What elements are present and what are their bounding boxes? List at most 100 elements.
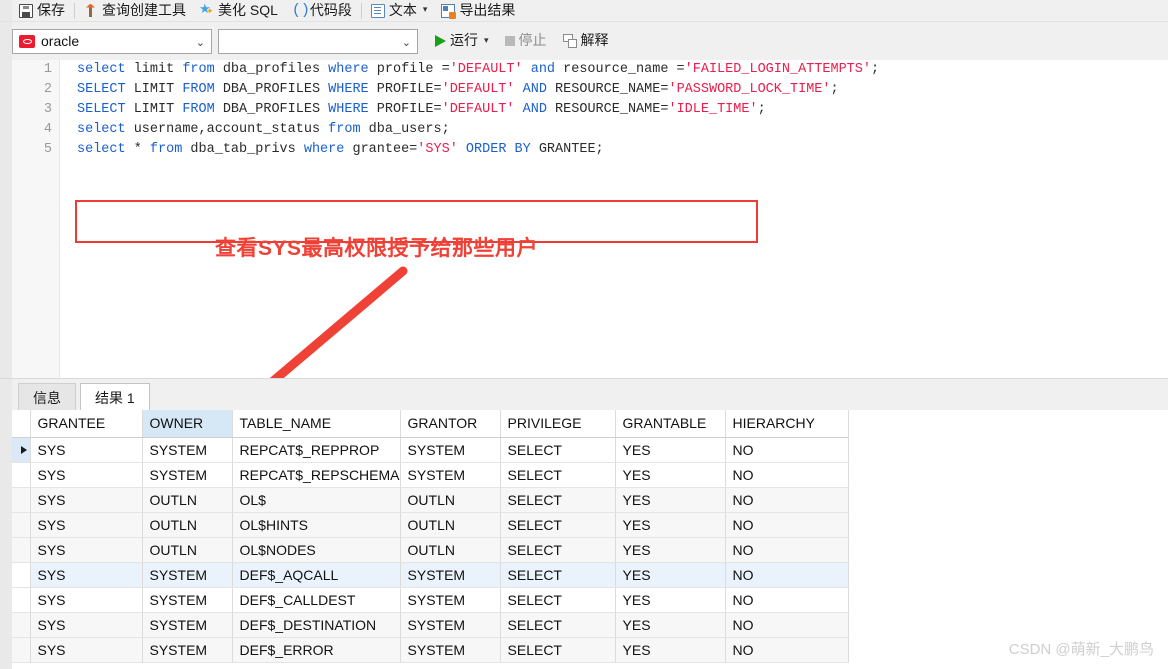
table-cell[interactable]: OUTLN	[400, 537, 501, 563]
table-cell[interactable]: NO	[725, 462, 849, 488]
table-cell[interactable]: SYSTEM	[142, 462, 233, 488]
code-line[interactable]: SELECT LIMIT FROM DBA_PROFILES WHERE PRO…	[61, 100, 1168, 120]
table-cell[interactable]: OL$HINTS	[232, 512, 401, 538]
explain-button[interactable]: 解释	[556, 30, 616, 52]
table-cell[interactable]: DEF$_ERROR	[232, 637, 401, 663]
table-row[interactable]: SYS OUTLN OL$HINTS OUTLN SELECT YES NO	[12, 512, 849, 538]
table-cell[interactable]: DEF$_AQCALL	[232, 562, 401, 588]
tab-info[interactable]: 信息	[18, 383, 76, 411]
table-cell[interactable]: NO	[725, 612, 849, 638]
table-cell[interactable]: OUTLN	[142, 537, 233, 563]
table-cell[interactable]: YES	[615, 512, 726, 538]
table-cell[interactable]: SYSTEM	[400, 462, 501, 488]
chevron-down-icon[interactable]: ⌄	[402, 30, 411, 55]
table-row[interactable]: SYS OUTLN OL$ OUTLN SELECT YES NO	[12, 487, 849, 513]
row-indicator[interactable]	[12, 462, 31, 488]
tab-result-1[interactable]: 结果 1	[80, 383, 150, 411]
table-cell[interactable]: SYSTEM	[142, 612, 233, 638]
row-indicator[interactable]	[12, 587, 31, 613]
code-line[interactable]: select * from dba_tab_privs where grante…	[61, 140, 1168, 160]
row-indicator[interactable]	[12, 637, 31, 663]
table-cell[interactable]: SELECT	[500, 587, 616, 613]
database-select[interactable]: oracle ⌄	[12, 28, 212, 55]
table-cell[interactable]: YES	[615, 562, 726, 588]
row-indicator[interactable]	[12, 512, 31, 538]
table-cell[interactable]: SYSTEM	[142, 562, 233, 588]
column-header-privilege[interactable]: PRIVILEGE	[500, 410, 616, 438]
table-cell[interactable]: SELECT	[500, 462, 616, 488]
table-cell[interactable]: OUTLN	[400, 512, 501, 538]
table-cell[interactable]: NO	[725, 562, 849, 588]
code-line[interactable]: SELECT LIMIT FROM DBA_PROFILES WHERE PRO…	[61, 80, 1168, 100]
table-cell[interactable]: SYS	[30, 587, 143, 613]
column-header-hierarchy[interactable]: HIERARCHY	[725, 410, 849, 438]
table-cell[interactable]: YES	[615, 587, 726, 613]
table-cell[interactable]: SYSTEM	[142, 437, 233, 463]
table-cell[interactable]: SYSTEM	[400, 437, 501, 463]
column-header-owner[interactable]: OWNER	[142, 410, 233, 438]
table-cell[interactable]: OUTLN	[142, 487, 233, 513]
table-cell[interactable]: YES	[615, 612, 726, 638]
table-cell[interactable]: NO	[725, 487, 849, 513]
chevron-down-icon[interactable]: ▾	[484, 35, 489, 46]
table-cell[interactable]: YES	[615, 462, 726, 488]
table-cell[interactable]: SELECT	[500, 562, 616, 588]
table-cell[interactable]: DEF$_CALLDEST	[232, 587, 401, 613]
sql-editor[interactable]: 1 2 3 4 5 select limit from dba_profiles whe…	[0, 60, 1168, 378]
table-cell[interactable]: NO	[725, 512, 849, 538]
table-cell[interactable]: SYS	[30, 437, 143, 463]
row-indicator[interactable]	[12, 562, 31, 588]
table-cell[interactable]: OL$NODES	[232, 537, 401, 563]
table-cell[interactable]: SYS	[30, 512, 143, 538]
table-cell[interactable]: SELECT	[500, 637, 616, 663]
table-row[interactable]: SYS SYSTEM REPCAT$_REPPROP SYSTEM SELECT YES N…	[12, 437, 849, 463]
table-cell[interactable]: SELECT	[500, 437, 616, 463]
column-header-table_name[interactable]: TABLE_NAME	[232, 410, 401, 438]
table-cell[interactable]: SYS	[30, 562, 143, 588]
table-cell[interactable]: SYS	[30, 612, 143, 638]
table-cell[interactable]: SYS	[30, 487, 143, 513]
table-row[interactable]: SYS SYSTEM REPCAT$_REPSCHEMA SYSTEM SELECT YE…	[12, 462, 849, 488]
chevron-down-icon[interactable]: ⌄	[196, 30, 205, 55]
table-cell[interactable]: OL$	[232, 487, 401, 513]
column-header-grantable[interactable]: GRANTABLE	[615, 410, 726, 438]
run-button[interactable]: 运行 ▾	[428, 30, 496, 52]
table-row[interactable]: SYS OUTLN OL$NODES OUTLN SELECT YES NO	[12, 537, 849, 563]
code-snippet-button[interactable]: () 代码段	[285, 0, 359, 21]
table-cell[interactable]: SELECT	[500, 512, 616, 538]
table-cell[interactable]: SYSTEM	[142, 637, 233, 663]
table-cell[interactable]: NO	[725, 637, 849, 663]
table-cell[interactable]: DEF$_DESTINATION	[232, 612, 401, 638]
table-cell[interactable]: SYS	[30, 637, 143, 663]
table-cell[interactable]: OUTLN	[400, 487, 501, 513]
code-line[interactable]: select limit from dba_profiles where pro…	[61, 60, 1168, 80]
table-cell[interactable]: NO	[725, 537, 849, 563]
result-grid[interactable]: GRANTEE OWNER TABLE_NAME GRANTOR PRIVILEGE GR…	[0, 410, 1168, 669]
table-cell[interactable]: SELECT	[500, 537, 616, 563]
table-cell[interactable]: SYS	[30, 537, 143, 563]
column-header-grantee[interactable]: GRANTEE	[30, 410, 143, 438]
table-cell[interactable]: SELECT	[500, 487, 616, 513]
table-cell[interactable]: OUTLN	[142, 512, 233, 538]
query-builder-button[interactable]: 查询创建工具	[77, 0, 193, 21]
table-row[interactable]: SYS SYSTEM DEF$_ERROR SYSTEM SELECT YES NO	[12, 637, 849, 663]
table-cell[interactable]: SYSTEM	[400, 562, 501, 588]
schema-select[interactable]: ⌄	[218, 28, 418, 55]
export-result-button[interactable]: 导出结果	[434, 0, 522, 21]
table-cell[interactable]: REPCAT$_REPSCHEMA	[232, 462, 401, 488]
table-cell[interactable]: NO	[725, 587, 849, 613]
table-cell[interactable]: YES	[615, 437, 726, 463]
code-line[interactable]: select username,account_status from dba_…	[61, 120, 1168, 140]
table-cell[interactable]: YES	[615, 637, 726, 663]
table-cell[interactable]: YES	[615, 537, 726, 563]
save-button[interactable]: 保存	[12, 0, 72, 21]
table-cell[interactable]: NO	[725, 437, 849, 463]
table-row[interactable]: SYS SYSTEM DEF$_DESTINATION SYSTEM SELECT YES…	[12, 612, 849, 638]
table-cell[interactable]: SYS	[30, 462, 143, 488]
table-cell[interactable]: SYSTEM	[400, 587, 501, 613]
table-row[interactable]: SYS SYSTEM DEF$_AQCALL SYSTEM SELECT YES NO	[12, 562, 849, 588]
table-cell[interactable]: SYSTEM	[400, 612, 501, 638]
table-cell[interactable]: YES	[615, 487, 726, 513]
table-cell[interactable]: SYSTEM	[400, 637, 501, 663]
table-cell[interactable]: SELECT	[500, 612, 616, 638]
